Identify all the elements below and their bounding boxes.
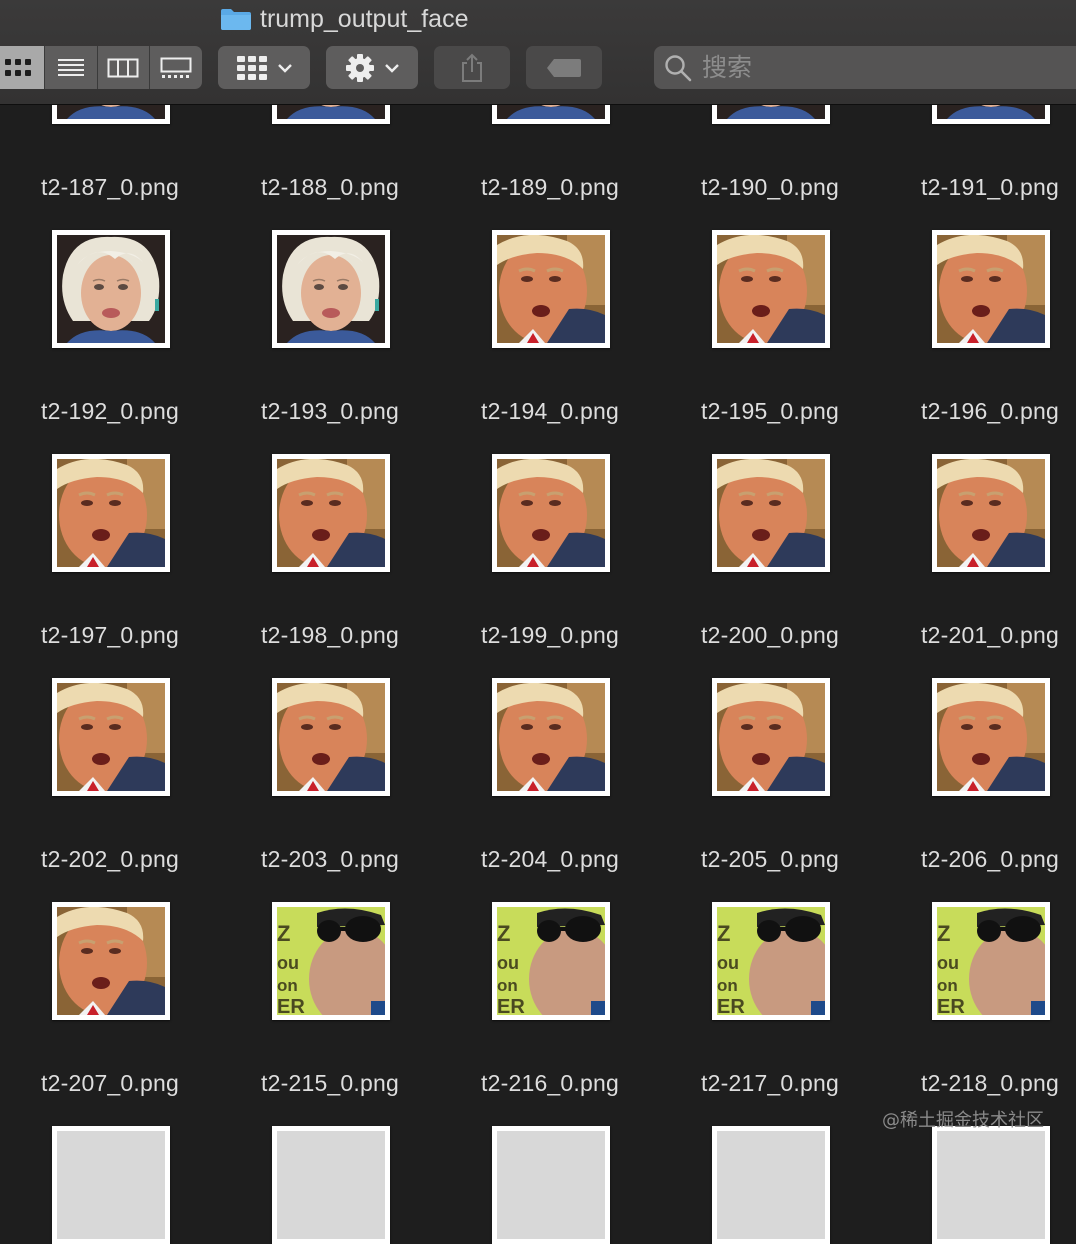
thumbnail-image <box>937 1131 1045 1239</box>
search-icon <box>665 54 692 81</box>
file-item[interactable]: t2-194_0.png <box>440 96 660 424</box>
file-item[interactable]: Zou on ER t2-216_0.png <box>440 768 660 1096</box>
file-item[interactable]: t2-192_0.png <box>0 96 220 424</box>
svg-text:ou: ou <box>497 953 519 973</box>
action-menu-button[interactable] <box>326 46 418 89</box>
gear-icon <box>346 53 374 82</box>
svg-text:Z: Z <box>277 921 290 946</box>
folder-icon <box>220 7 252 31</box>
file-thumbnail[interactable] <box>492 1126 610 1244</box>
file-item[interactable]: t2-195_0.png <box>660 96 880 424</box>
list-view-button[interactable] <box>45 46 98 89</box>
file-item-partial[interactable] <box>660 992 880 1244</box>
share-button[interactable] <box>434 46 510 89</box>
file-item[interactable]: t2-200_0.png <box>660 320 880 648</box>
file-item[interactable]: Zou on ER t2-217_0.png <box>660 768 880 1096</box>
file-item[interactable]: Zou on ER t2-215_0.png <box>220 768 440 1096</box>
tag-icon <box>547 58 581 77</box>
file-item[interactable]: t2-199_0.png <box>440 320 660 648</box>
svg-text:Z: Z <box>937 921 950 946</box>
file-thumbnail[interactable] <box>932 1126 1050 1244</box>
svg-text:Z: Z <box>497 921 510 946</box>
columns-icon <box>107 58 139 77</box>
file-item[interactable]: t2-204_0.png <box>440 544 660 872</box>
file-item-partial[interactable] <box>880 992 1076 1244</box>
file-item[interactable]: Zou on ER t2-218_0.png <box>880 768 1076 1096</box>
thumbnail-image <box>57 1131 165 1239</box>
chevron-down-icon <box>385 63 399 73</box>
icon-view-button[interactable] <box>0 46 45 89</box>
file-item[interactable]: t2-201_0.png <box>880 320 1076 648</box>
view-mode-switcher <box>0 46 202 89</box>
file-item[interactable]: t2-198_0.png <box>220 320 440 648</box>
grid-icon <box>4 58 31 76</box>
file-item[interactable]: t2-206_0.png <box>880 544 1076 872</box>
thumbnail-image <box>497 1131 605 1239</box>
file-item[interactable]: t2-203_0.png <box>220 544 440 872</box>
file-grid: t2-187_0.png t2-188_0.png t2-189_0.png t… <box>0 0 1076 1244</box>
finder-toolbar: trump_output_face <box>0 0 1076 105</box>
thumbnail-image <box>717 1131 825 1239</box>
search-field[interactable] <box>654 46 1076 89</box>
watermark: @稀土掘金技术社区 <box>882 1110 1044 1131</box>
file-item[interactable]: t2-197_0.png <box>0 320 220 648</box>
group-grid-icon <box>237 55 267 80</box>
search-input[interactable] <box>700 52 1064 83</box>
file-thumbnail[interactable] <box>272 1126 390 1244</box>
share-icon <box>462 53 482 82</box>
thumbnail-image <box>277 1131 385 1239</box>
window-title-text: trump_output_face <box>260 4 469 33</box>
group-by-button[interactable] <box>218 46 310 89</box>
gallery-view-button[interactable] <box>150 46 202 89</box>
chevron-down-icon <box>278 63 292 73</box>
file-item[interactable]: t2-193_0.png <box>220 96 440 424</box>
file-item[interactable]: t2-207_0.png <box>0 768 220 1096</box>
column-view-button[interactable] <box>98 46 151 89</box>
gallery-icon <box>160 57 192 78</box>
file-item[interactable]: t2-205_0.png <box>660 544 880 872</box>
file-item[interactable]: t2-196_0.png <box>880 96 1076 424</box>
file-thumbnail[interactable] <box>712 1126 830 1244</box>
list-icon <box>57 58 84 76</box>
file-thumbnail[interactable] <box>52 1126 170 1244</box>
file-item-partial[interactable] <box>0 992 220 1244</box>
window-title: trump_output_face <box>220 4 468 34</box>
svg-text:ou: ou <box>277 953 299 973</box>
svg-text:ou: ou <box>937 953 959 973</box>
svg-text:Z: Z <box>717 921 730 946</box>
svg-text:ou: ou <box>717 953 739 973</box>
file-item-partial[interactable] <box>440 992 660 1244</box>
file-item[interactable]: t2-202_0.png <box>0 544 220 872</box>
file-item-partial[interactable] <box>220 992 440 1244</box>
tag-button[interactable] <box>526 46 602 89</box>
